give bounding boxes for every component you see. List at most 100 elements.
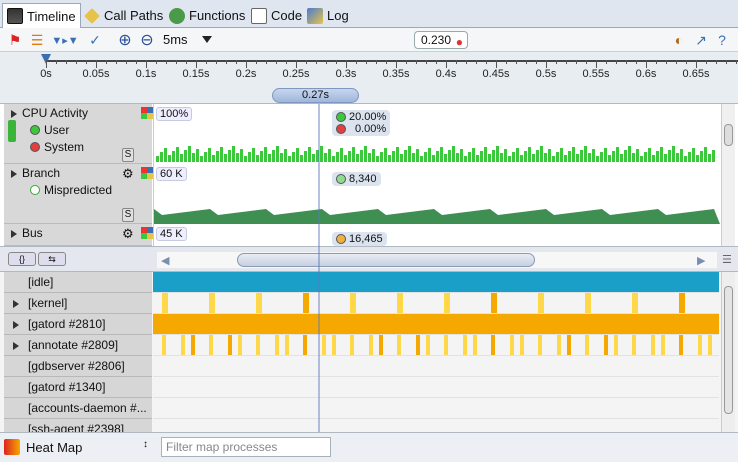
cpu-bar (312, 154, 315, 162)
tab-timeline[interactable]: Timeline (2, 3, 81, 29)
heatmap-cell (632, 335, 637, 355)
palette-icon[interactable]: ◐ (670, 31, 688, 49)
zoom-out-icon[interactable]: ⊖ (138, 31, 156, 49)
ruler-minor-tick (686, 60, 687, 64)
cpu-bar (524, 151, 527, 162)
gear-icon[interactable]: ⚙ (122, 166, 134, 182)
cpu-bar (368, 153, 371, 162)
legend-user: User (30, 123, 69, 137)
cpu-bar (452, 146, 455, 162)
gear-icon[interactable]: ⚙ (122, 226, 134, 242)
cpu-legend-handle[interactable] (8, 120, 16, 142)
cpu-bar (232, 146, 235, 162)
time-field[interactable]: 0.230 ● (414, 31, 468, 49)
heatmap-row[interactable]: [annotate #2809] (0, 335, 720, 356)
expand-icon[interactable] (11, 110, 17, 118)
tab-code[interactable]: Code (247, 3, 306, 28)
heatmap-row[interactable]: [kernel] (0, 293, 720, 314)
process-name[interactable]: [gdbserver #2806] (4, 356, 152, 377)
heatmap-row[interactable]: [gdbserver #2806] (0, 356, 720, 377)
cpu-bar (336, 152, 339, 162)
cpu-bar (496, 146, 499, 162)
cpu-bar (528, 147, 531, 162)
heatmap-cell (162, 293, 169, 313)
expand-icon[interactable] (13, 342, 19, 350)
chart-label-bus[interactable]: Bus ⚙ (4, 224, 153, 246)
heatmap-scrollbar[interactable] (721, 272, 735, 432)
scroll-right-icon[interactable]: ▶ (697, 254, 705, 267)
cpu-bar (628, 146, 631, 162)
cpu-value-box: 20.00% 0.00% (332, 110, 391, 136)
ruler-minor-tick (616, 60, 617, 64)
collapse-button[interactable]: {} (8, 252, 36, 266)
heatmap-row[interactable]: [idle] (0, 272, 720, 293)
time-ruler[interactable]: 0s 0.05s 0.1s 0.15s 0.2s 0.25s 0.3s 0.35s 0.4s 0.… (0, 52, 738, 104)
cpu-bar (156, 156, 159, 162)
hscroll-thumb[interactable] (237, 253, 535, 267)
process-name[interactable]: [gatord #1340] (4, 377, 152, 398)
expand-icon[interactable] (13, 321, 19, 329)
process-label: [gatord #1340] (28, 380, 106, 394)
ruler-tick (146, 60, 147, 68)
heatmap-cell (538, 293, 545, 313)
selection-marker[interactable]: 0.27s (272, 88, 359, 103)
process-name[interactable]: [gatord #2810] (4, 314, 152, 335)
charts-scroll-thumb[interactable] (724, 124, 733, 146)
process-name[interactable]: [kernel] (4, 293, 152, 314)
process-name[interactable]: [annotate #2809] (4, 335, 152, 356)
filter-input[interactable]: Filter map processes (161, 437, 331, 457)
color-icon[interactable] (141, 227, 153, 239)
heatmap-row[interactable]: [gatord #2810] (0, 314, 720, 335)
cpu-bar (656, 151, 659, 162)
heatmap-cells (153, 272, 719, 293)
zoom-in-icon[interactable]: ⊕ (116, 31, 134, 49)
chart-plot-bus[interactable] (153, 224, 721, 246)
color-icon[interactable] (141, 107, 153, 119)
cpu-bar (384, 148, 387, 162)
heatmap-cell (585, 293, 592, 313)
marker-range-icon[interactable]: ▼▸▼ (50, 31, 80, 49)
scroll-left-icon[interactable]: ◀ (161, 254, 169, 267)
sort-icon[interactable]: ☰ (28, 31, 46, 49)
chart-plot-cpu[interactable] (153, 104, 721, 164)
link-button[interactable]: ⇆ (38, 252, 66, 266)
series-toggle-button[interactable]: S (122, 208, 134, 222)
heatmap-cell (491, 293, 498, 313)
chart-plot-branch[interactable] (153, 164, 721, 224)
heatmap-cell (444, 335, 449, 355)
process-name[interactable]: [accounts-daemon #... (4, 398, 152, 419)
tab-call-paths[interactable]: Call Paths (80, 3, 167, 28)
expand-icon[interactable] (11, 230, 17, 238)
ruler-minor-tick (406, 60, 407, 64)
charts-scrollbar[interactable] (721, 104, 735, 246)
tab-label: Call Paths (104, 8, 164, 23)
heatmap-cell (707, 335, 712, 355)
tab-log[interactable]: Log (303, 3, 353, 28)
menu-icon[interactable]: ☰ (722, 253, 732, 266)
help-icon[interactable]: ? (713, 31, 731, 49)
timeline-hscroll[interactable]: ◀ ▶ (157, 252, 717, 268)
chart-label-branch[interactable]: Branch Mispredicted S ⚙ (4, 164, 153, 224)
heatmap-row[interactable]: [accounts-daemon #... (0, 398, 720, 419)
ruler-tick-label: 0.3s (335, 68, 357, 80)
view-mode-select[interactable]: Heat Map ↕ (4, 436, 152, 458)
tab-functions[interactable]: Functions (165, 3, 249, 28)
heatmap-cell (698, 335, 703, 355)
process-name[interactable]: [idle] (4, 272, 152, 293)
check-icon[interactable]: ✓ (86, 31, 104, 49)
zoom-dropdown-icon[interactable] (202, 36, 212, 43)
expand-icon[interactable] (13, 300, 19, 308)
export-icon[interactable]: ↗ (692, 31, 710, 49)
chart-label-cpu[interactable]: CPU Activity User System S (4, 104, 153, 164)
color-icon[interactable] (141, 167, 153, 179)
ruler-minor-tick (176, 60, 177, 64)
ruler-tick-label: 0s (40, 68, 52, 80)
cpu-bar (588, 153, 591, 162)
heatmap-row[interactable]: [gatord #1340] (0, 377, 720, 398)
ruler-tick (396, 60, 397, 68)
heatmap-scroll-thumb[interactable] (724, 286, 733, 414)
bookmark-icon[interactable]: ⚑ (6, 31, 24, 49)
series-toggle-button[interactable]: S (122, 148, 134, 162)
tab-bar: Timeline Call Paths Functions Code Log (0, 0, 738, 29)
expand-icon[interactable] (11, 170, 17, 178)
